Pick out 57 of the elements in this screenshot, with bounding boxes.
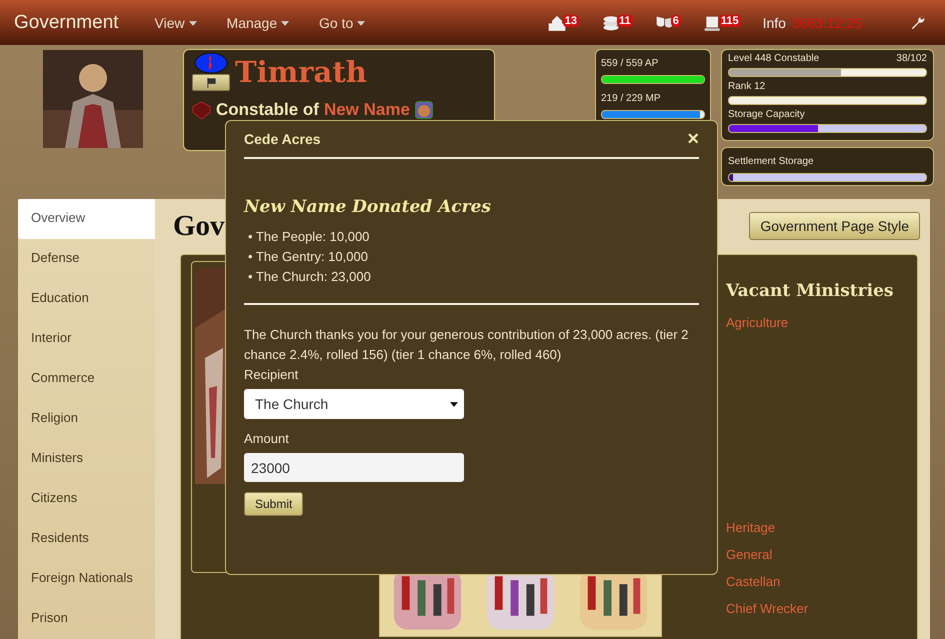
donation-item: • The Church: 23,000 (248, 268, 372, 286)
game-clock: 3663:12:25 (792, 14, 862, 30)
stat-label: 219 / 229 MP (601, 93, 660, 104)
sidebar-item[interactable]: Overview (18, 199, 155, 239)
caret-icon (281, 21, 290, 26)
sidebar-item[interactable]: Citizens (18, 479, 155, 519)
crest-icon (194, 52, 228, 74)
caret-icon (357, 21, 366, 26)
close-button[interactable]: × (687, 129, 699, 149)
stat-label: 559 / 559 AP (601, 58, 658, 69)
notification-button[interactable]: 115 (702, 14, 741, 31)
sidebar-item[interactable]: Religion (18, 399, 155, 439)
page-title: Gov (173, 210, 225, 242)
flag-icon (206, 77, 216, 88)
settlement-link[interactable]: New Name (324, 100, 410, 120)
sidebar-item[interactable]: Defense (18, 239, 155, 279)
sidebar-item[interactable]: Commerce (18, 359, 155, 399)
field-label: Recipient (244, 366, 300, 384)
amount-field[interactable]: 23000 (244, 453, 464, 482)
stat-label: Rank 12 (728, 81, 766, 92)
brand-title[interactable]: Government (14, 12, 119, 34)
menu-dropdown[interactable]: Manage (226, 14, 290, 30)
stat-label: Settlement Storage (728, 156, 814, 167)
info-link[interactable]: Info (762, 14, 786, 30)
sidebar-item[interactable]: Foreign Nationals (18, 559, 155, 599)
stat-value: 38/102 (896, 53, 927, 64)
sidebar-item[interactable]: Ministers (18, 439, 155, 479)
sidebar-item[interactable]: Interior (18, 319, 155, 359)
dialog-heading: New Name Donated Acres (244, 197, 492, 217)
section-heading: Vacant Ministries (726, 281, 894, 301)
flag-button[interactable] (192, 74, 230, 91)
field-label: Amount (244, 430, 290, 448)
donation-item: • The People: 10,000 (248, 228, 370, 246)
coins-icon (601, 14, 622, 31)
menu-dropdown[interactable]: Go to (319, 14, 366, 30)
caret-icon (450, 402, 458, 406)
sidebar-item[interactable]: Prison (18, 599, 155, 639)
result-message: The Church thanks you for your generous contribution of 23,000 acres. (tier 2 chance 2.4%, rolled 156) (tier 1 chance 6%, rolled 460) (244, 326, 690, 364)
stat-label: Storage Capacity (728, 109, 805, 120)
notification-button[interactable]: 11 (601, 14, 633, 31)
character-title: Constable of (216, 100, 319, 120)
donation-item: • The Gentry: 10,000 (248, 248, 369, 266)
shield-icon (192, 100, 211, 120)
character-name: Timrath (235, 54, 367, 91)
building-icon (546, 14, 567, 31)
notification-button[interactable]: 13 (546, 14, 580, 31)
dialog-title: Cede Acres (244, 131, 321, 147)
sidebar-item[interactable]: Residents (18, 519, 155, 559)
recipient-select[interactable]: The Church (244, 389, 464, 419)
page-style-button[interactable]: Government Page Style (749, 212, 920, 240)
settings-icon[interactable] (910, 15, 925, 30)
menu-dropdown[interactable]: View (154, 14, 197, 30)
notification-button[interactable]: 6 (654, 14, 681, 31)
caret-icon (188, 21, 197, 26)
stat-label: Level 448 Constable (728, 53, 820, 64)
sidebar-item[interactable]: Education (18, 279, 155, 319)
submit-button[interactable]: Submit (244, 492, 304, 516)
